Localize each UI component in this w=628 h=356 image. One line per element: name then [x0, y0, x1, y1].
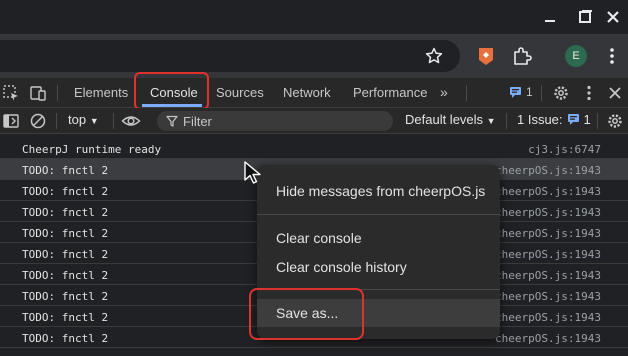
settings-gear-icon[interactable] — [552, 84, 570, 102]
message-source-link[interactable]: cheerpOS.js:1943 — [495, 269, 601, 282]
inspect-element-icon[interactable] — [2, 84, 20, 102]
message-source-link[interactable]: cheerpOS.js:1943 — [495, 206, 601, 219]
browser-toolbar: E — [0, 34, 628, 78]
menu-item-clear-console-history[interactable]: Clear console history — [257, 253, 500, 281]
close-devtools-icon[interactable] — [606, 84, 624, 102]
separator — [597, 113, 598, 129]
browser-menu-icon[interactable] — [604, 46, 620, 66]
separator — [541, 85, 542, 101]
separator — [57, 85, 58, 101]
console-tab-highlight — [134, 72, 209, 110]
message-text: TODO: fnctl 2 — [22, 185, 109, 198]
extension-icon[interactable] — [477, 46, 495, 66]
filter-input[interactable] — [183, 113, 383, 129]
tab-elements[interactable]: Elements — [74, 78, 128, 107]
message-source-link[interactable]: cheerpOS.js:1943 — [495, 248, 601, 261]
minimize-icon[interactable] — [541, 8, 559, 26]
message-icon — [567, 114, 579, 125]
separator — [506, 113, 507, 129]
menu-item-clear-console[interactable]: Clear console — [257, 224, 500, 252]
live-expression-eye-icon[interactable] — [121, 112, 141, 130]
message-source-link[interactable]: cheerpOS.js:1943 — [495, 185, 601, 198]
menu-item-hide-messages[interactable]: Hide messages from cheerpOS.js — [257, 177, 500, 205]
message-text: TODO: fnctl 2 — [22, 248, 109, 261]
chevron-down-icon: ▼ — [89, 116, 99, 126]
tab-network[interactable]: Network — [283, 78, 331, 107]
filter-box[interactable] — [157, 111, 393, 131]
log-levels-dropdown[interactable]: Default levels ▼ — [405, 112, 496, 127]
message-source-link[interactable]: cheerpOS.js:1943 — [495, 311, 601, 324]
context-selector[interactable]: top ▼ — [68, 112, 99, 127]
issues-badge[interactable]: 1 — [509, 85, 533, 99]
message-source-link[interactable]: cheerpOS.js:1943 — [495, 227, 601, 240]
save-as-highlight — [249, 288, 364, 340]
separator — [113, 113, 114, 129]
devtools-menu-icon[interactable] — [580, 84, 598, 102]
message-text: CheerpJ runtime ready — [22, 143, 162, 156]
message-icon — [510, 86, 521, 98]
message-text: TODO: fnctl 2 — [22, 206, 109, 219]
message-text: TODO: fnctl 2 — [22, 332, 109, 345]
message-text: TODO: fnctl 2 — [22, 269, 109, 282]
console-message[interactable]: CheerpJ runtime ready cj3.js:6747 — [0, 138, 628, 159]
separator — [56, 113, 57, 129]
chevron-down-icon: ▼ — [486, 116, 496, 126]
more-tabs-button[interactable]: » — [440, 84, 448, 100]
issues-count: 1 — [583, 112, 591, 127]
profile-avatar[interactable]: E — [565, 45, 587, 67]
context-label: top — [68, 112, 87, 127]
message-source-link[interactable]: cheerpOS.js:1943 — [495, 332, 601, 345]
issues-counter[interactable]: 1 Issue: 1 — [517, 112, 591, 127]
maximize-icon[interactable] — [576, 8, 594, 26]
device-toolbar-icon[interactable] — [29, 84, 47, 102]
message-text: TODO: fnctl 2 — [22, 311, 109, 324]
message-text: TODO: fnctl 2 — [22, 227, 109, 240]
extensions-puzzle-icon[interactable] — [512, 46, 532, 66]
issues-label: 1 Issue: — [517, 112, 563, 127]
mouse-pointer-icon — [244, 161, 261, 184]
message-source-link[interactable]: cheerpOS.js:1943 — [495, 290, 601, 303]
log-levels-label: Default levels — [405, 112, 484, 127]
sidebar-toggle-icon[interactable] — [2, 112, 20, 130]
message-text: TODO: fnctl 2 — [22, 290, 109, 303]
menu-separator — [257, 214, 500, 215]
window-titlebar — [0, 0, 628, 34]
message-text: TODO: fnctl 2 — [22, 164, 109, 177]
tab-sources[interactable]: Sources — [216, 78, 264, 107]
message-source-link[interactable]: cj3.js:6747 — [528, 143, 601, 156]
bookmark-star-icon[interactable] — [425, 47, 443, 65]
issues-badge-count: 1 — [526, 85, 533, 99]
clear-console-icon[interactable] — [29, 112, 47, 130]
filter-icon — [166, 115, 178, 127]
console-toolbar: top ▼ Default levels ▼ 1 Issue: 1 — [0, 108, 628, 134]
tab-performance[interactable]: Performance — [353, 78, 427, 107]
close-window-icon[interactable] — [604, 8, 622, 26]
separator — [466, 85, 467, 101]
message-source-link[interactable]: cheerpOS.js:1943 — [495, 164, 601, 177]
devtools-tabbar: Elements Console Sources Network Perform… — [0, 78, 628, 108]
console-settings-gear-icon[interactable] — [606, 112, 624, 130]
address-bar[interactable] — [0, 40, 460, 72]
